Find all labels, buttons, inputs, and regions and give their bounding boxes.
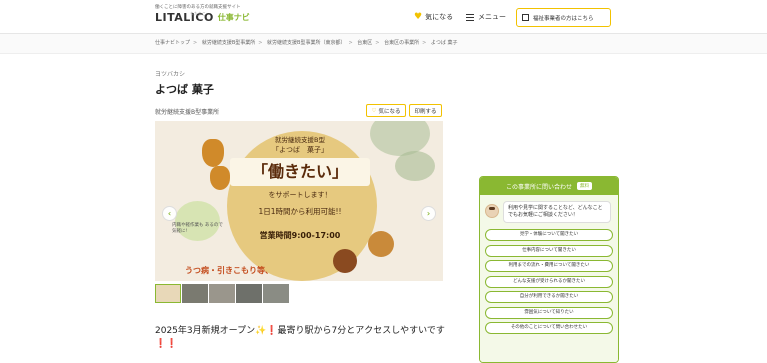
hero-line-4: 1日1時間から利用可能!! [258,207,342,216]
business-link-label: 福祉事業者の方はこちら [533,15,594,22]
breadcrumb-item[interactable]: 就労継続支援B型事業所（東京都） [267,40,345,46]
service-type: 就労継続支援B型事業所 [155,109,220,116]
contact-option-button[interactable]: どんな支援が受けられるか聞きたい [485,275,613,288]
thumbnail[interactable] [263,284,289,303]
heart-icon: ♥ [414,12,423,22]
carousel-next-button[interactable]: › [421,206,436,221]
print-button-label: 印刷する [414,108,437,115]
hero-line-1: 就労継続支援B型 [275,136,325,144]
thumbnail[interactable] [236,284,262,303]
page-title: よつば 菓子 [155,83,214,96]
header-favorites-link[interactable]: ♥ 気になる [414,12,453,22]
free-badge: 無料 [577,182,592,190]
thumbnail[interactable] [182,284,208,303]
breadcrumb-item[interactable]: 台東区 [357,40,372,46]
business-link-button[interactable]: 福祉事業者の方はこちら [516,8,611,27]
leaf-decoration [395,151,435,181]
thumbnail[interactable] [209,284,235,303]
cookie-image [333,249,357,273]
breadcrumb-item[interactable]: 台東区の事業所 [384,40,419,46]
breadcrumb-item[interactable]: 仕事ナビトップ [155,40,190,46]
header-favorites-label: 気になる [425,13,454,21]
contact-panel-header: この事業所に問い合わせ 無料 [480,177,618,195]
carousel-slide: 就労継続支援B型 「よつば 菓子」 「働きたい」 をサポートします！ 1日1時間… [155,121,443,281]
print-button[interactable]: 印刷する [409,104,442,117]
facility-main: ヨツバカシ よつば 菓子 就労継続支援B型事業所 ♡ 気になる 印刷する 就労継… [155,69,445,349]
clover-decoration [175,201,220,241]
contact-panel-title: この事業所に問い合わせ [505,183,572,191]
thumbnail[interactable] [155,284,181,303]
carousel-thumbnails [155,284,290,303]
hero-headline: 「働きたい」 [230,158,370,186]
favorite-button[interactable]: ♡ 気になる [366,104,406,117]
contact-option-button[interactable]: その他のことについて問い合わせたい [485,322,613,334]
contact-option-button[interactable]: 自分が利用できるか聞きたい [485,291,613,303]
hero-line-2: 「よつば 菓子」 [272,146,328,154]
breadcrumb-item[interactable]: 就労継続支援B型事業所 [202,40,255,46]
favorite-button-label: 気になる [378,108,401,115]
contact-option-button[interactable]: 仕事内容について聞きたい [485,244,613,257]
facility-name-kana: ヨツバカシ [155,71,186,78]
breadcrumb: 仕事ナビトップ > 就労継続支援B型事業所 > 就労継続支援B型事業所（東京都） > … [0,34,767,54]
hero-hours: 営業時間9:00-17:00 [259,231,341,240]
contact-panel: この事業所に問い合わせ 無料 利用や見学に関することなど、どんなことでもお気軽に… [479,176,619,363]
contact-option-button[interactable]: 見学・体験について聞きたい [485,229,613,241]
header-menu-button[interactable]: メニュー [466,12,506,22]
contact-options: 見学・体験について聞きたい 仕事内容について聞きたい 利用までの流れ・費用につい… [485,229,613,334]
chevron-right-icon: › [426,209,431,218]
contact-option-button[interactable]: 利用までの流れ・費用について聞きたい [485,260,613,272]
madeleine-image [202,139,224,167]
photo-carousel: 就労継続支援B型 「よつば 菓子」 「働きたい」 をサポートします！ 1日1時間… [155,121,443,281]
madeleine-image [210,166,230,190]
staff-avatar [485,204,499,218]
logo-subtitle: 仕事ナビ [217,13,250,22]
cookie-image [368,231,394,257]
carousel-prev-button[interactable]: ‹ [162,206,177,221]
site-tagline: 働くことに障害のある方の就職支援サイト [155,5,241,10]
chevron-left-icon: ‹ [167,209,172,218]
logo-ruby: りたりこ [190,11,206,16]
hero-line-3: をサポートします！ [268,191,332,199]
breadcrumb-current: よつば 菓子 [430,40,458,46]
header-menu-label: メニュー [478,13,506,21]
contact-option-button[interactable]: 雰囲気について知りたい [485,306,613,319]
heart-outline-icon: ♡ [371,107,377,114]
hamburger-icon [466,13,474,21]
site-header: 働くことに障害のある方の就職支援サイト LITALICO りたりこ 仕事ナビ ♥… [0,0,767,34]
facility-description: 2025年3月新規オープン✨❗最寄り駅から7分とアクセスしやすいです❗❗ [155,326,445,349]
document-icon [522,14,529,21]
contact-question-bubble: 利用や見学に関することなど、どんなことでもお気軽にご相談ください！ [503,201,611,223]
hero-bottom-text: うつ病・引きこもり等、 [185,266,273,275]
hero-note: 内職や軽作業も あるので気軽に! [172,223,223,234]
site-logo[interactable]: 働くことに障害のある方の就職支援サイト LITALICO りたりこ 仕事ナビ [155,4,250,24]
